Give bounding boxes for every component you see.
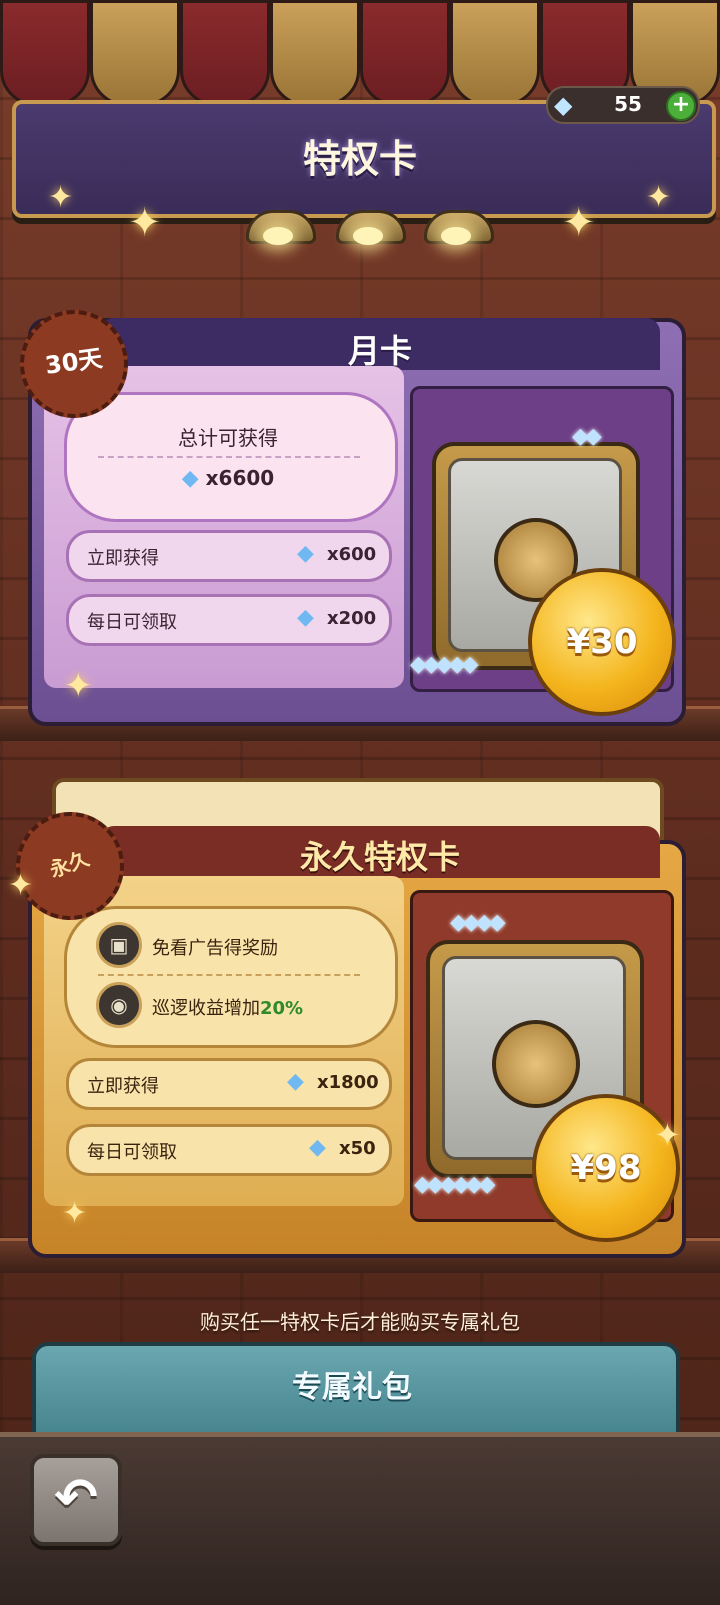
- monthly-total-value: ◆ x6600: [64, 466, 392, 491]
- divider: [98, 974, 360, 976]
- monthly-total-amount: x6600: [205, 466, 275, 490]
- diamond-pile-icon: ◆◆: [572, 424, 602, 449]
- currency-value: 55: [614, 92, 642, 116]
- monthly-daily-row: 每日可领取 ◆ x200: [66, 594, 392, 646]
- permanent-daily-value: x50: [339, 1138, 376, 1159]
- diamond-pile-icon: ◆◆◆◆: [450, 910, 506, 935]
- sparkle-icon: ✦: [128, 200, 162, 246]
- patrol-icon: ◉: [96, 982, 142, 1028]
- safe-dial: [492, 1020, 580, 1108]
- diamond-icon: ◆: [297, 541, 314, 566]
- monthly-daily-label: 每日可领取: [87, 612, 177, 633]
- diamond-pile-icon: ◆◆◆◆◆: [410, 652, 479, 677]
- permanent-daily-label: 每日可领取: [87, 1142, 177, 1163]
- sparkle-icon: ✦: [48, 180, 74, 215]
- awning-stripe: [450, 0, 540, 106]
- no-ads-icon: ▣: [96, 922, 142, 968]
- stage-lamp: [424, 210, 494, 245]
- diamond-pile-icon: ◆◆◆◆◆◆: [414, 1172, 495, 1197]
- sparkle-icon: ✦: [64, 666, 93, 706]
- diamond-icon: ◆: [309, 1135, 326, 1160]
- permanent-instant-label: 立即获得: [87, 1076, 159, 1097]
- back-button[interactable]: ↶: [30, 1454, 122, 1546]
- permanent-card-title: 永久特权卡: [299, 838, 460, 876]
- awning-stripe: [90, 0, 180, 106]
- perk-patrol-highlight: 20%: [260, 998, 304, 1019]
- permanent-instant-value: x1800: [317, 1072, 379, 1093]
- monthly-instant-row: 立即获得 ◆ x600: [66, 530, 392, 582]
- sparkle-icon: ✦: [654, 1116, 681, 1154]
- diamond-icon: ◆: [181, 466, 199, 491]
- monthly-instant-label: 立即获得: [87, 548, 159, 569]
- monthly-price-button[interactable]: ¥30: [528, 568, 676, 716]
- perk-patrol-label: 巡逻收益增加: [152, 998, 260, 1019]
- page-title: 特权卡: [302, 137, 417, 181]
- sparkle-icon: ✦: [8, 868, 34, 903]
- exclusive-pack-title: 专属礼包: [292, 1370, 412, 1405]
- permanent-instant-row: 立即获得 ◆ x1800: [66, 1058, 392, 1110]
- awning-stripe: [270, 0, 360, 106]
- diamond-icon: ◆: [554, 91, 573, 119]
- currency-display: ◆ 55 +: [546, 86, 700, 124]
- sparkle-icon: ✦: [646, 180, 672, 215]
- purchase-notice: 购买任一特权卡后才能购买专属礼包: [200, 1310, 520, 1334]
- back-arrow-icon: ↶: [54, 1468, 98, 1528]
- add-diamond-button[interactable]: +: [666, 91, 696, 121]
- divider: [98, 456, 360, 458]
- awning-stripe: [180, 0, 270, 106]
- stage-lamp: [246, 210, 316, 245]
- permanent-daily-row: 每日可领取 ◆ x50: [66, 1124, 392, 1176]
- monthly-total-label: 总计可获得: [178, 426, 278, 450]
- diamond-icon: ◆: [287, 1069, 304, 1094]
- monthly-daily-value: x200: [327, 608, 377, 629]
- perk-patrol-text: 巡逻收益增加20%: [152, 994, 303, 1020]
- awning-stripe: [0, 0, 90, 106]
- perk-no-ads-text: 免看广告得奖励: [152, 938, 278, 959]
- diamond-icon: ◆: [297, 605, 314, 630]
- sparkle-icon: ✦: [62, 1196, 88, 1231]
- stage-lamp: [336, 210, 406, 245]
- sparkle-icon: ✦: [562, 200, 596, 246]
- awning-stripe: [360, 0, 450, 106]
- monthly-instant-value: x600: [327, 544, 377, 565]
